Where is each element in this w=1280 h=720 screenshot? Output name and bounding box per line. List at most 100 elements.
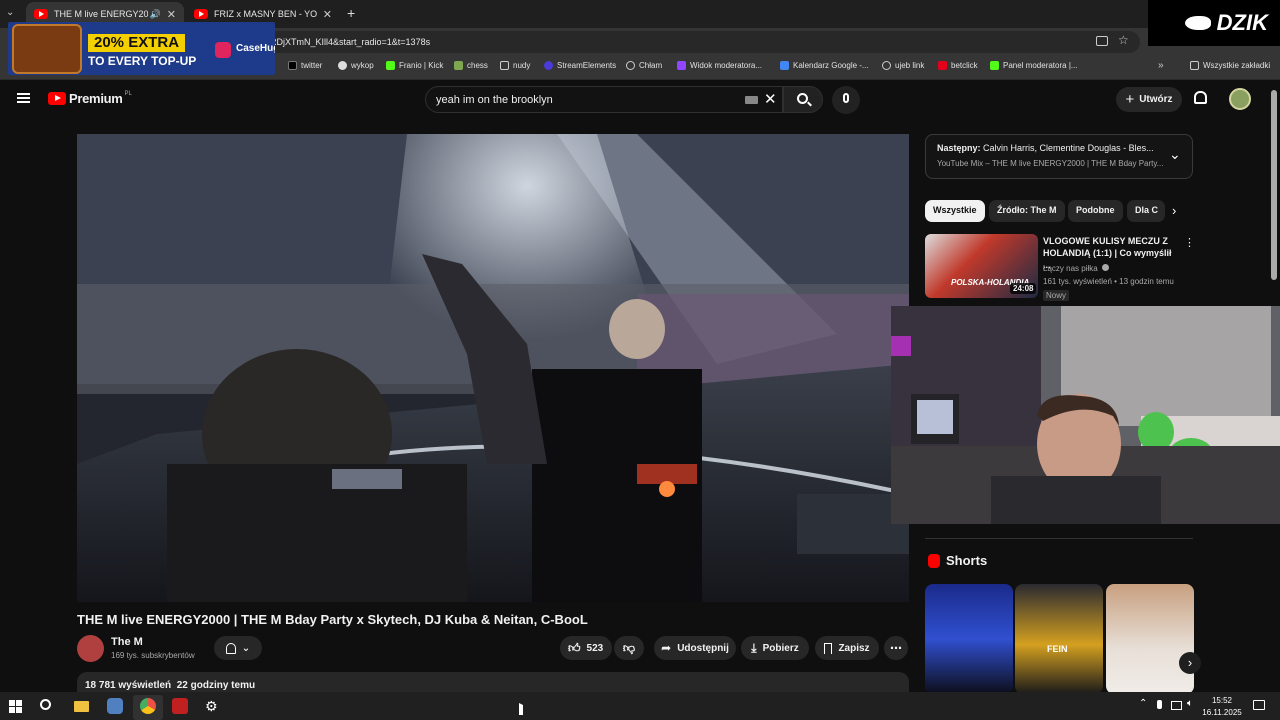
shorts-icon xyxy=(928,553,940,568)
globe-icon xyxy=(882,61,891,70)
bell-icon xyxy=(225,642,236,654)
shorts-next-button[interactable]: › xyxy=(1179,652,1201,674)
short-thumbnail[interactable] xyxy=(925,584,1013,694)
app-icon[interactable] xyxy=(107,698,123,714)
url-text[interactable]: RDjXTmN_KIll4&start_radio=1&t=1378s xyxy=(270,37,430,47)
volume-icon[interactable]: 🔈︎ xyxy=(1187,698,1193,709)
notification-center-icon[interactable] xyxy=(1253,700,1265,710)
short-overlay-text: FEIN xyxy=(1047,644,1068,654)
page-scrollbar[interactable] xyxy=(1271,90,1277,280)
voice-search-button[interactable] xyxy=(832,86,860,114)
ad-subline: TO EVERY TOP-UP xyxy=(88,54,197,68)
video-frame xyxy=(77,134,909,602)
bookmark-panel-moderatora[interactable]: Panel moderatora |... xyxy=(990,61,1078,70)
keyboard-icon[interactable] xyxy=(745,96,758,104)
chevron-right-icon[interactable]: › xyxy=(1172,203,1176,218)
chevron-down-icon[interactable]: ⌄ xyxy=(1169,146,1181,163)
youtube-premium-logo[interactable]: Premium PL xyxy=(48,91,132,106)
chevron-down-icon: ⌄ xyxy=(241,642,251,654)
account-avatar[interactable] xyxy=(1229,88,1251,110)
x-icon xyxy=(288,61,297,70)
chip-for-you[interactable]: Dla C xyxy=(1127,200,1165,222)
new-tab-button[interactable]: + xyxy=(347,5,355,21)
clear-search-icon[interactable]: ✕ xyxy=(764,90,777,108)
youtube-icon xyxy=(194,9,208,19)
video-player[interactable] xyxy=(77,134,909,602)
bookmark-ujeb-link[interactable]: ujeb link xyxy=(882,61,924,70)
short-thumbnail[interactable]: FEIN xyxy=(1015,584,1103,694)
bookmark-streamelements[interactable]: StreamElements xyxy=(544,61,616,70)
boar-icon xyxy=(1184,16,1211,30)
close-tab-icon[interactable]: ✕ xyxy=(167,8,176,21)
mouse-cursor-icon xyxy=(519,703,523,715)
treasure-chest-icon xyxy=(12,24,82,74)
clock-date[interactable]: 16.11.2025 xyxy=(1200,708,1244,717)
more-dots-icon: ⋯ xyxy=(890,641,902,655)
bookmark-star-icon[interactable]: ☆ xyxy=(1118,33,1129,47)
settings-gear-icon[interactable]: ⚙ xyxy=(205,698,221,714)
thumb-down-icon: 👎︎ xyxy=(622,640,636,655)
chip-source[interactable]: Źródło: The M xyxy=(989,200,1065,222)
close-tab-icon[interactable]: ✕ xyxy=(323,8,332,21)
like-button[interactable]: 👍︎ 523 xyxy=(560,636,612,660)
bookmark-widok-moderatora[interactable]: Widok moderatora... xyxy=(677,61,762,70)
download-icon: ⤓ xyxy=(751,640,757,655)
more-bookmarks-icon[interactable]: » xyxy=(1158,60,1164,71)
ad-brand: CaseHug xyxy=(236,43,275,54)
notifications-bell-icon[interactable] xyxy=(1194,91,1207,104)
tab-title: FRIZ x MASNY BEN - YO MAM xyxy=(214,9,317,19)
dislike-button[interactable]: 👎︎ xyxy=(614,636,644,660)
bookmark-wykop[interactable]: wykop xyxy=(338,61,374,70)
file-explorer-icon[interactable] xyxy=(74,701,89,712)
channel-name[interactable]: The M xyxy=(111,636,143,648)
media-app-icon[interactable] xyxy=(172,698,188,714)
kick-icon xyxy=(990,61,999,70)
windows-start-icon[interactable] xyxy=(9,700,22,713)
streamelements-icon xyxy=(544,61,553,70)
search-icon[interactable] xyxy=(40,699,51,710)
verified-icon xyxy=(1101,264,1109,271)
folder-icon xyxy=(1190,61,1199,70)
bookmark-betclick[interactable]: betclick xyxy=(938,61,978,70)
up-next-card[interactable] xyxy=(925,134,1193,179)
channel-avatar[interactable] xyxy=(77,635,104,662)
chip-related[interactable]: Podobne xyxy=(1068,200,1123,222)
dzik-logo: DZIK xyxy=(1148,0,1280,46)
youtube-icon xyxy=(34,9,48,19)
up-next-title: Następny: Calvin Harris, Clementine Doug… xyxy=(937,143,1154,153)
folder-icon xyxy=(500,61,509,70)
create-button[interactable]: + Utwórz xyxy=(1116,87,1182,112)
microphone-tray-icon[interactable] xyxy=(1157,700,1162,709)
search-button[interactable] xyxy=(783,86,823,113)
youtube-icon xyxy=(48,92,66,105)
tray-overflow-icon[interactable]: ⌃ xyxy=(1139,698,1147,709)
bookmark-icon xyxy=(824,642,833,654)
bookmark-chess[interactable]: chess xyxy=(454,61,488,70)
speaker-icon: 🔊 xyxy=(149,8,161,19)
download-button[interactable]: ⤓ Pobierz xyxy=(741,636,809,660)
bookmark-kick[interactable]: Franio | Kick xyxy=(386,61,443,70)
share-button[interactable]: ➦ Udostępnij xyxy=(654,636,736,660)
sponsor-ad-overlay: 20% EXTRA TO EVERY TOP-UP CaseHug xyxy=(8,22,275,75)
all-bookmarks[interactable]: Wszystkie zakładki xyxy=(1190,61,1270,70)
views-and-date: 18 781 wyświetleń 22 godziny temu xyxy=(85,680,256,691)
network-icon[interactable] xyxy=(1171,701,1182,710)
short-thumbnail[interactable] xyxy=(1106,584,1194,694)
save-button[interactable]: Zapisz xyxy=(815,636,879,660)
chip-all[interactable]: Wszystkie xyxy=(925,200,985,222)
subscribed-bell-button[interactable]: ⌄ xyxy=(214,636,262,660)
casehug-logo-icon xyxy=(215,42,231,58)
search-input[interactable]: yeah im on the brooklyn xyxy=(425,86,783,113)
bookmark-nudy[interactable]: nudy xyxy=(500,61,530,70)
menu-icon[interactable] xyxy=(17,93,30,103)
tab-list-button[interactable]: ⌄ xyxy=(6,7,14,18)
recommended-channel[interactable]: Łączy nas piłka xyxy=(1043,264,1109,273)
clock-time[interactable]: 15:52 xyxy=(1204,696,1240,705)
install-app-icon[interactable] xyxy=(1096,36,1108,46)
more-vert-icon[interactable]: ⋮ xyxy=(1184,236,1195,249)
bookmark-chlam[interactable]: Chłam xyxy=(626,61,662,70)
bookmark-kalendarz[interactable]: Kalendarz Google -... xyxy=(780,61,869,70)
bookmark-twitter[interactable]: twitter xyxy=(288,61,322,70)
video-duration: 24:08 xyxy=(1010,283,1037,294)
more-actions-button[interactable]: ⋯ xyxy=(884,636,908,660)
